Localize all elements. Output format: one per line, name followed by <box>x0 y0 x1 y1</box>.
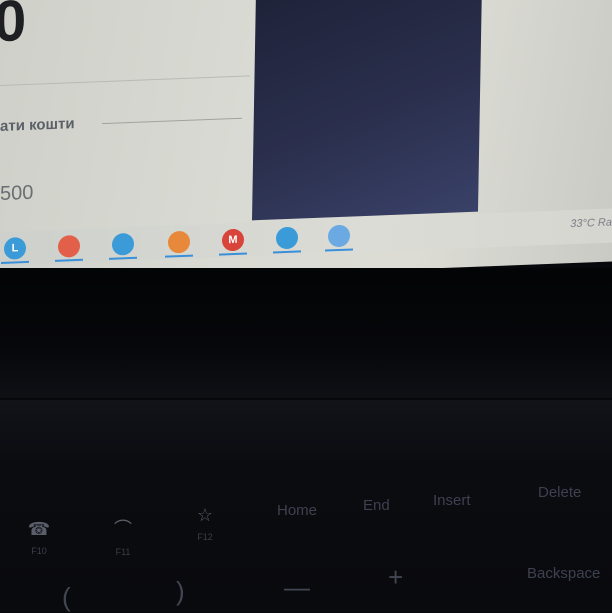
star-icon: ☆ <box>196 505 214 525</box>
taskbar-active-indicator <box>219 252 247 256</box>
chrome-profile-icon-2[interactable] <box>276 226 298 250</box>
key-plus[interactable]: + <box>388 562 403 593</box>
taskbar-active-indicator <box>55 258 83 262</box>
taskbar-active-indicator <box>273 250 301 254</box>
dark-panel <box>251 0 483 221</box>
key-minus[interactable]: — <box>284 572 310 603</box>
amount-value: 500 <box>0 181 34 205</box>
key-end[interactable]: End <box>363 497 390 514</box>
key-f12[interactable]: ☆ F12 <box>188 505 222 542</box>
chrome-icon[interactable] <box>58 234 80 258</box>
key-f11[interactable]: ⌒ F11 <box>106 515 140 557</box>
file-manager-icon[interactable] <box>328 224 350 248</box>
taskbar-active-indicator <box>165 254 193 258</box>
key-insert[interactable]: Insert <box>433 492 471 509</box>
key-delete[interactable]: Delete <box>538 484 581 501</box>
l-app-icon[interactable]: L <box>4 237 26 260</box>
key-home[interactable]: Home <box>277 502 317 519</box>
section-label: ати кошти <box>0 115 75 135</box>
key-f10[interactable]: ☎ F10 <box>22 519 56 556</box>
balance-number: 0 <box>0 0 27 55</box>
taskbar-active-indicator <box>325 248 353 252</box>
phone-icon: ☎ <box>27 519 51 539</box>
key-paren-open[interactable]: ( <box>62 582 71 613</box>
headset-icon: ⌒ <box>114 519 132 539</box>
taskbar-active-indicator <box>1 260 29 264</box>
key-paren-close[interactable]: ) <box>176 576 185 607</box>
taskbar-active-indicator <box>109 256 137 260</box>
weather-widget[interactable]: 33°C Ra <box>570 216 612 230</box>
chrome-profile-icon-1[interactable] <box>112 232 134 256</box>
laptop-screen: 0 ати кошти 500 L M 33°C Ra <box>0 0 612 286</box>
laptop-hinge <box>0 268 612 398</box>
firefox-icon[interactable] <box>168 230 190 254</box>
divider <box>0 75 250 86</box>
section-divider <box>102 117 242 125</box>
key-backspace[interactable]: Backspace <box>527 565 600 582</box>
mail-icon[interactable]: M <box>222 228 244 252</box>
